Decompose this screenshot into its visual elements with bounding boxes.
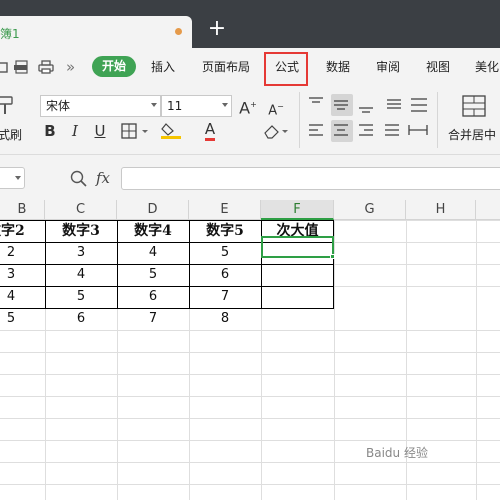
merge-center-icon[interactable] bbox=[462, 95, 486, 117]
table-cell[interactable]: 4 bbox=[45, 264, 117, 286]
font-name-dropdown[interactable]: 宋体 bbox=[40, 95, 161, 117]
fill-color-icon[interactable] bbox=[160, 122, 184, 140]
menu-bar: » 开始 插入 页面布局 公式 数据 审阅 视图 美化 bbox=[0, 48, 500, 86]
header-cell[interactable]: 数字2 bbox=[0, 220, 45, 242]
table-cell[interactable]: 5 bbox=[45, 286, 117, 308]
merge-center-label[interactable]: 合并居中 bbox=[448, 126, 496, 143]
format-painter-icon[interactable] bbox=[0, 94, 20, 116]
column-header-b[interactable]: B bbox=[0, 200, 45, 220]
document-tab-name: 簿1 bbox=[0, 27, 20, 41]
italic-button[interactable]: I bbox=[66, 120, 84, 142]
table-cell[interactable]: 7 bbox=[189, 286, 261, 308]
font-size-value: 11 bbox=[167, 99, 183, 113]
indent-icon[interactable] bbox=[409, 96, 429, 114]
name-box[interactable] bbox=[0, 167, 25, 189]
font-size-dropdown[interactable]: 11 bbox=[161, 95, 232, 117]
table-cell[interactable]: 3 bbox=[0, 264, 22, 286]
clear-eraser-icon[interactable] bbox=[262, 123, 290, 139]
bold-button[interactable]: B bbox=[40, 120, 60, 142]
wps-spreadsheet-window: 簿1 + » 开始 插入 页面布局 公式 数据 审阅 视图 美化 式刷 宋体 1… bbox=[0, 0, 500, 500]
insert-function-button[interactable]: fx bbox=[96, 169, 110, 187]
table-cell[interactable]: 6 bbox=[45, 308, 117, 330]
zoom-search-icon[interactable] bbox=[70, 170, 88, 188]
table-cell[interactable]: 6 bbox=[117, 286, 189, 308]
table-cell[interactable] bbox=[261, 264, 334, 286]
font-color-letter: A bbox=[204, 120, 216, 141]
table-cell[interactable]: 5 bbox=[0, 308, 22, 330]
column-header-h[interactable]: H bbox=[406, 200, 476, 220]
font-color-button[interactable]: A bbox=[196, 118, 224, 141]
horizontal-align-icons[interactable] bbox=[309, 122, 429, 140]
document-tab[interactable]: 簿1 bbox=[0, 16, 192, 48]
unsaved-indicator bbox=[175, 28, 182, 35]
folder-icon[interactable] bbox=[0, 60, 8, 74]
menu-view[interactable]: 视图 bbox=[426, 48, 450, 86]
increase-font-size-button[interactable]: A+ bbox=[238, 94, 258, 118]
ribbon-toolbar: 式刷 宋体 11 A+ A− B I U A 合并居中 bbox=[0, 86, 500, 154]
table-cell[interactable] bbox=[261, 308, 334, 330]
menu-page-layout[interactable]: 页面布局 bbox=[202, 48, 250, 86]
font-name-value: 宋体 bbox=[46, 99, 71, 113]
fill-handle[interactable] bbox=[330, 254, 335, 259]
ribbon-divider bbox=[299, 92, 300, 148]
table-cell[interactable]: 6 bbox=[189, 264, 261, 286]
table-cell[interactable]: 3 bbox=[45, 242, 117, 264]
column-header-d[interactable]: D bbox=[117, 200, 189, 220]
table-cell[interactable]: 5 bbox=[117, 264, 189, 286]
borders-icon[interactable] bbox=[121, 123, 149, 139]
table-cell[interactable]: 7 bbox=[117, 308, 189, 330]
ribbon-divider bbox=[437, 92, 438, 148]
watermark: Baidu 经验 bbox=[366, 446, 428, 460]
formula-input[interactable] bbox=[121, 167, 500, 190]
decrease-font-size-button[interactable]: A− bbox=[266, 96, 286, 118]
menu-insert[interactable]: 插入 bbox=[151, 48, 175, 86]
menu-beautify[interactable]: 美化 bbox=[475, 48, 499, 86]
column-header-f[interactable]: F bbox=[261, 200, 334, 220]
formula-menu-highlight-box bbox=[264, 52, 308, 86]
new-tab-button[interactable]: + bbox=[207, 18, 227, 40]
menu-review[interactable]: 审阅 bbox=[376, 48, 400, 86]
selected-cell-f2[interactable] bbox=[261, 236, 335, 259]
menu-start[interactable]: 开始 bbox=[92, 56, 136, 77]
table-cell[interactable]: 5 bbox=[189, 242, 261, 264]
format-painter-label[interactable]: 式刷 bbox=[0, 126, 22, 143]
underline-button[interactable]: U bbox=[90, 120, 110, 142]
increase-font-letter: A bbox=[239, 98, 251, 118]
decrease-font-letter: A bbox=[268, 103, 278, 119]
menu-data[interactable]: 数据 bbox=[326, 48, 350, 86]
table-cell[interactable] bbox=[261, 286, 334, 308]
table-cell[interactable]: 8 bbox=[189, 308, 261, 330]
chevron-down-icon bbox=[15, 176, 21, 180]
table-cell[interactable]: 4 bbox=[117, 242, 189, 264]
column-headers: B C D E F G H bbox=[0, 200, 500, 220]
chevron-down-icon bbox=[151, 103, 157, 107]
column-header-c[interactable]: C bbox=[45, 200, 117, 220]
column-header-g[interactable]: G bbox=[334, 200, 406, 220]
chevron-down-icon bbox=[222, 103, 228, 107]
vertical-align-icons[interactable] bbox=[309, 96, 409, 114]
table-cell[interactable]: 4 bbox=[0, 286, 22, 308]
formula-bar: fx bbox=[0, 154, 500, 200]
header-cell[interactable]: 数字4 bbox=[117, 220, 189, 242]
column-header-e[interactable]: E bbox=[189, 200, 261, 220]
pdf-icon[interactable] bbox=[14, 60, 30, 74]
header-cell[interactable]: 数字5 bbox=[189, 220, 261, 242]
overflow-chevron-icon[interactable]: » bbox=[66, 48, 75, 86]
header-cell[interactable]: 数字3 bbox=[45, 220, 117, 242]
table-cell[interactable]: 2 bbox=[0, 242, 22, 264]
title-bar: 簿1 + bbox=[0, 0, 500, 48]
print-icon[interactable] bbox=[38, 60, 54, 74]
